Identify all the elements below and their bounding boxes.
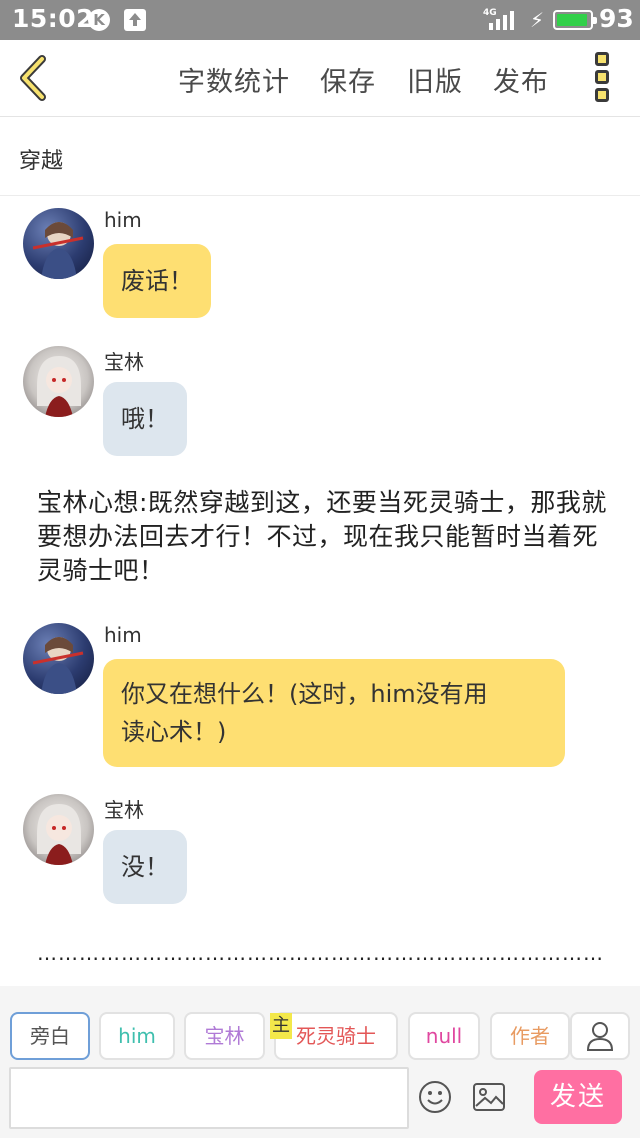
more-icon[interactable]: [595, 52, 613, 104]
avatar-him: [23, 623, 94, 694]
status-time: 15:02: [12, 4, 95, 33]
emoji-icon[interactable]: [418, 1080, 452, 1114]
publish-button[interactable]: 发布: [493, 60, 549, 99]
word-count-button[interactable]: 字数统计: [178, 60, 290, 99]
avatar-baolin: [23, 346, 94, 417]
image-icon[interactable]: [472, 1082, 506, 1112]
ellipsis-text[interactable]: ………………………………………………………………………: [37, 941, 604, 965]
editor-toolbar: 字数统计 保存 旧版 发布: [0, 40, 640, 117]
role-author[interactable]: 作者: [490, 1012, 570, 1060]
speaker-name: 宝林: [104, 798, 144, 822]
signal-icon: [487, 10, 521, 36]
narration-text[interactable]: 宝林心想:既然穿越到这，还要当死灵骑士，那我就要想办法回去才行！不过，现在我只能…: [37, 486, 617, 588]
upload-icon: [124, 9, 146, 31]
role-null[interactable]: null: [408, 1012, 480, 1060]
message-bubble[interactable]: 废话！: [103, 244, 211, 318]
avatar-him: [23, 208, 94, 279]
main-role-tag: 主: [270, 1013, 292, 1039]
role-narration[interactable]: 旁白: [10, 1012, 90, 1060]
bolt-icon: ⚡: [530, 8, 545, 32]
message-bubble[interactable]: 你又在想什么！(这时，him没有用 读心术！): [103, 659, 565, 767]
role-knight[interactable]: 死灵骑士: [274, 1012, 398, 1060]
role-him[interactable]: him: [99, 1012, 175, 1060]
chat-area: him 废话！ 宝林 哦！ 宝林心想:既然穿越到这，还要当死灵骑士，那我就要想办…: [0, 196, 640, 986]
back-icon[interactable]: [14, 53, 54, 103]
role-baolin[interactable]: 宝林: [184, 1012, 265, 1060]
speaker-name: him: [104, 623, 142, 647]
add-role-icon[interactable]: [570, 1012, 630, 1060]
speaker-name: 宝林: [104, 350, 144, 374]
message-bubble[interactable]: 哦！: [103, 382, 187, 456]
status-bar: 15:02 K 4G ⚡ 93: [0, 0, 640, 40]
chapter-title-row[interactable]: 穿越: [0, 117, 640, 196]
old-version-button[interactable]: 旧版: [407, 60, 463, 99]
avatar-baolin: [23, 794, 94, 865]
battery-percent: 93: [599, 4, 634, 33]
chapter-title: 穿越: [19, 149, 64, 174]
save-button[interactable]: 保存: [320, 60, 376, 99]
message-input[interactable]: [9, 1067, 409, 1129]
k-app-icon: K: [88, 9, 110, 31]
message-line: 读心术！): [121, 718, 227, 746]
message-line: 你又在想什么！(这时，him没有用: [121, 680, 488, 708]
battery-icon: [553, 10, 597, 30]
message-bubble[interactable]: 没！: [103, 830, 187, 904]
speaker-name: him: [104, 208, 142, 232]
send-button[interactable]: 发送: [534, 1070, 622, 1124]
